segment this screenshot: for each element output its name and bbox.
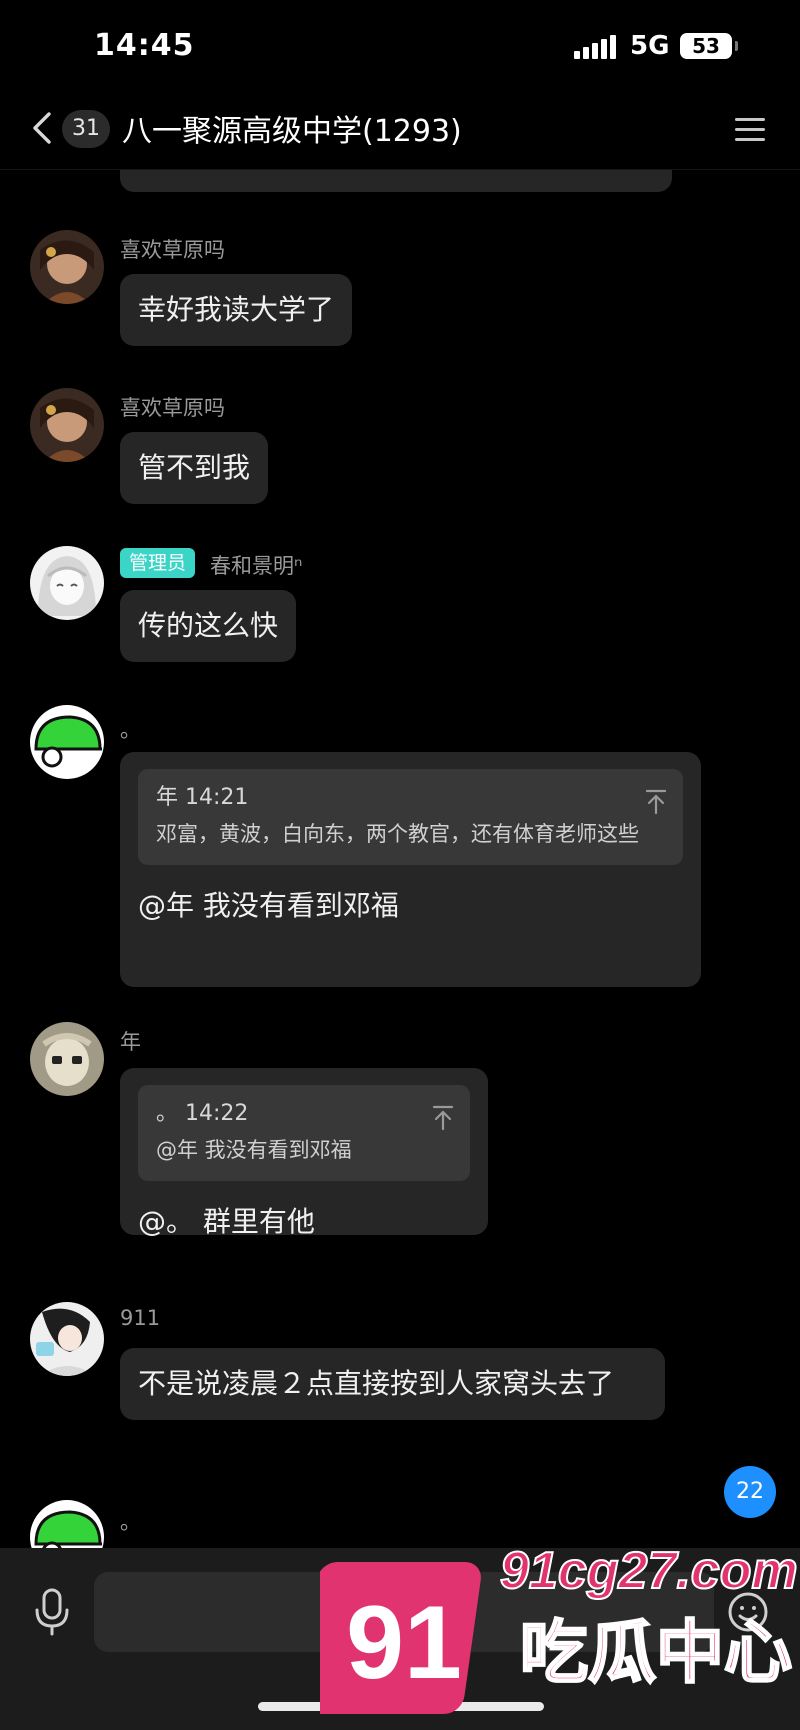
unread-count-badge[interactable]: 31 (62, 110, 110, 148)
sender-name: 。 (120, 1510, 141, 1534)
quote-text: @年 我没有看到邓福 (156, 1138, 352, 1162)
sender-name: 春和景明ⁿ (210, 554, 303, 578)
quote-time: 14:21 (185, 785, 249, 810)
previous-message-bubble[interactable] (120, 170, 672, 192)
pin-top-icon[interactable] (645, 787, 667, 815)
quote-header: 。 14:22 (156, 1099, 452, 1129)
chat-header: 31 八一聚源高级中学(1293) (0, 90, 800, 170)
sender-name: 。 (120, 718, 141, 742)
avatar[interactable] (30, 388, 104, 462)
message-bubble[interactable]: 年 14:21 邓富，黄波，白向东，两个教官，还有体育老师这些 @年 我没有看到… (120, 752, 701, 987)
battery-icon: 53 (680, 33, 738, 59)
avatar[interactable] (30, 1500, 104, 1548)
quote-author: 。 (156, 1101, 179, 1126)
network-label: 5G (630, 31, 670, 61)
signal-icon (574, 35, 618, 59)
sender-name: 喜欢草原吗 (120, 396, 225, 420)
sender-name: 911 (120, 1306, 161, 1330)
quote-header: 年 14:21 (156, 783, 665, 813)
message-bubble[interactable]: 。 14:22 @年 我没有看到邓福 @。 群里有他 (120, 1068, 488, 1238)
sender-name: 喜欢草原吗 (120, 238, 225, 262)
group-title[interactable]: 八一聚源高级中学(1293) (122, 106, 462, 150)
avatar[interactable] (30, 1022, 104, 1096)
message-bubble[interactable]: 传的这么快 (120, 590, 297, 662)
message-bubble[interactable]: 幸好我读大学了 (120, 274, 353, 346)
quote-text: 邓富，黄波，白向东，两个教官，还有体育老师这些 (156, 822, 639, 846)
quoted-message[interactable]: 年 14:21 邓富，黄波，白向东，两个教官，还有体育老师这些 (138, 769, 683, 865)
avatar[interactable] (30, 1302, 104, 1376)
message-bubble[interactable]: 管不到我 (120, 432, 269, 504)
avatar[interactable] (30, 705, 104, 779)
home-indicator[interactable] (258, 1702, 544, 1711)
message-text: @年 我没有看到邓福 (138, 889, 399, 922)
message-bubble[interactable]: 不是说凌晨２点直接按到人家窝头去了 (120, 1348, 665, 1420)
pin-top-icon[interactable] (432, 1103, 454, 1131)
emoji-icon[interactable] (726, 1590, 770, 1634)
new-messages-badge[interactable]: 22 (724, 1466, 776, 1518)
message-text: @。 群里有他 (138, 1205, 315, 1238)
sender-name: 年 (120, 1030, 141, 1054)
status-bar: 14:45 5G 53 (0, 0, 800, 90)
quote-time: 14:22 (185, 1101, 249, 1126)
microphone-icon[interactable] (32, 1586, 72, 1638)
status-time: 14:45 (94, 28, 195, 63)
avatar[interactable] (30, 546, 104, 620)
message-input[interactable] (94, 1572, 714, 1652)
quoted-message[interactable]: 。 14:22 @年 我没有看到邓福 (138, 1085, 470, 1181)
avatar[interactable] (30, 230, 104, 304)
menu-icon[interactable] (733, 114, 769, 146)
back-arrow-icon[interactable] (22, 106, 66, 150)
quote-author: 年 (156, 785, 179, 810)
admin-badge: 管理员 (120, 548, 196, 578)
message-list[interactable]: 喜欢草原吗 幸好我读大学了 喜欢草原吗 管不到我 管理员 春和景明ⁿ 传的这么快 (0, 170, 800, 1548)
